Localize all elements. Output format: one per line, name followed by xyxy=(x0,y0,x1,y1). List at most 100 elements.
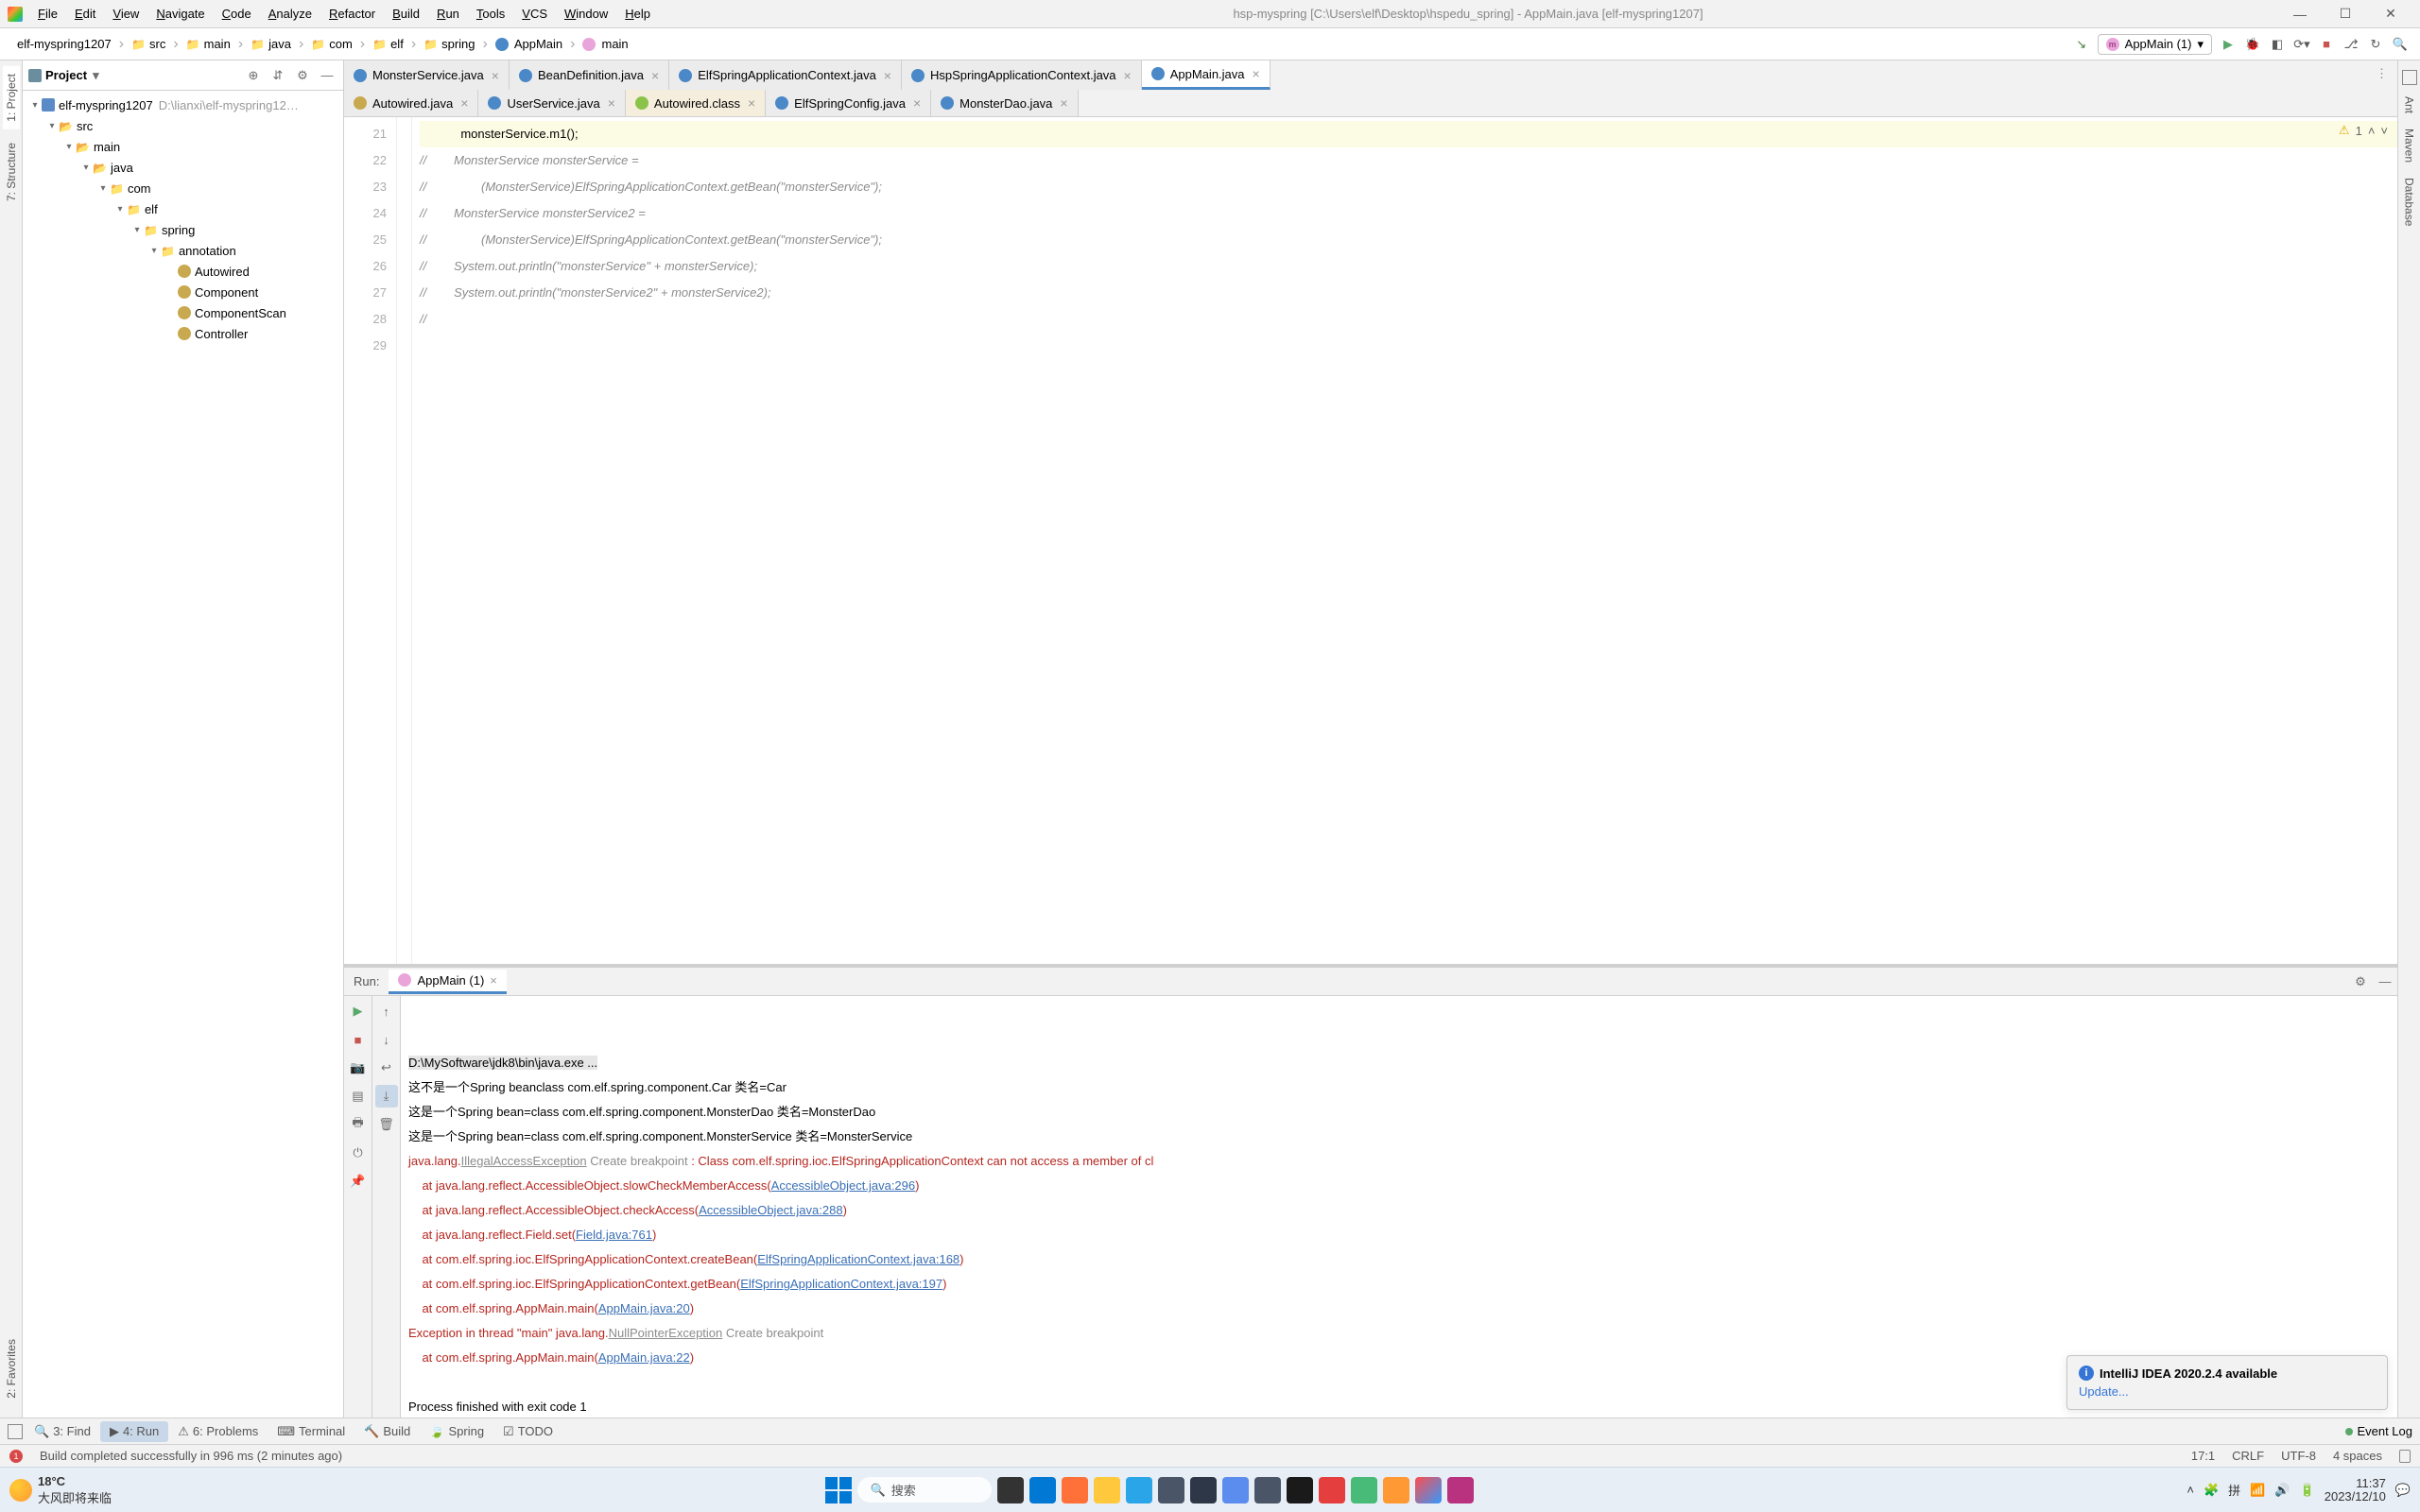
close-icon[interactable]: × xyxy=(748,95,755,111)
tabs-overflow-icon[interactable]: ⋮ xyxy=(2366,60,2397,90)
system-tray[interactable]: ˄ 🧩 拼 📶 🔊 🔋 11:37 2023/12/10 💬 xyxy=(2187,1477,2411,1503)
explorer-icon[interactable] xyxy=(1094,1477,1120,1503)
rail-tab-maven[interactable]: Maven xyxy=(2401,121,2418,170)
close-icon[interactable]: × xyxy=(913,95,921,111)
expand-all-icon[interactable]: ⇵ xyxy=(268,65,288,86)
bottom-tab[interactable]: ☑ TODO xyxy=(493,1421,562,1442)
editor-tab[interactable]: BeanDefinition.java× xyxy=(510,60,669,90)
run-button[interactable]: ▶ xyxy=(2216,32,2240,57)
wechat-icon[interactable] xyxy=(1351,1477,1377,1503)
breadcrumb-item[interactable]: elf-myspring1207 xyxy=(8,35,117,53)
tree-node[interactable]: ▾annotation xyxy=(23,240,343,261)
m-icon[interactable] xyxy=(2402,70,2417,85)
breadcrumb-item[interactable]: main xyxy=(181,35,236,53)
run-tab[interactable]: AppMain (1) × xyxy=(389,970,506,994)
tree-node[interactable]: ▾java xyxy=(23,157,343,178)
tree-node[interactable]: ▾main xyxy=(23,136,343,157)
code-line[interactable]: // System.out.println("monsterService2" … xyxy=(420,280,2397,306)
tree-node[interactable]: ▾elf-myspring1207D:\lianxi\elf-myspring1… xyxy=(23,94,343,115)
event-log-button[interactable]: Event Log xyxy=(2345,1424,2412,1438)
layout-icon[interactable]: ▤ xyxy=(347,1085,370,1108)
project-tree[interactable]: ▾elf-myspring1207D:\lianxi\elf-myspring1… xyxy=(23,91,343,1418)
rail-tab-project[interactable]: 1: Project xyxy=(3,66,20,129)
bottom-tab[interactable]: 🍃 Spring xyxy=(420,1421,493,1442)
menu-navigate[interactable]: Navigate xyxy=(148,3,212,25)
editor-tab[interactable]: ElfSpringApplicationContext.java× xyxy=(669,60,902,90)
chevron-down-icon[interactable]: ˅ xyxy=(2380,124,2388,138)
close-icon[interactable]: × xyxy=(884,68,891,83)
stop-button[interactable]: ■ xyxy=(2314,32,2339,57)
pin-icon[interactable]: 📌 xyxy=(347,1170,370,1193)
inspection-widget[interactable]: ⚠ 1 ˄ ˅ xyxy=(2339,123,2388,138)
menu-code[interactable]: Code xyxy=(215,3,259,25)
task-view-icon[interactable] xyxy=(997,1477,1024,1503)
volume-icon[interactable]: 🔊 xyxy=(2274,1483,2290,1498)
bottom-tab[interactable]: ⌨ Terminal xyxy=(268,1421,354,1442)
git-button[interactable]: ⎇ xyxy=(2339,32,2363,57)
taskbar-search[interactable]: 🔍 搜索 xyxy=(857,1477,992,1503)
rail-tab-structure[interactable]: 7: Structure xyxy=(3,135,20,209)
exception-link[interactable]: IllegalAccessException xyxy=(461,1154,587,1168)
editor-body[interactable]: 212223242526272829 monsterService.m1();/… xyxy=(344,117,2397,964)
ime-icon[interactable]: 拼 xyxy=(2228,1481,2240,1499)
close-icon[interactable]: × xyxy=(1253,66,1260,81)
breadcrumb-item[interactable]: AppMain xyxy=(490,35,568,53)
scroll-to-end-icon[interactable]: ⤓ xyxy=(375,1085,398,1108)
menu-build[interactable]: Build xyxy=(385,3,427,25)
rail-tab-database[interactable]: Database xyxy=(2401,170,2418,233)
stacktrace-link[interactable]: Field.java:761 xyxy=(576,1228,652,1242)
project-header-label[interactable]: Project ▾ xyxy=(28,68,99,83)
weather-widget[interactable]: 18°C 大风即将来临 xyxy=(9,1474,112,1506)
up-stack-icon[interactable]: ↑ xyxy=(375,1000,398,1022)
breadcrumb-item[interactable]: spring xyxy=(418,35,480,53)
firefox-icon[interactable] xyxy=(1062,1477,1088,1503)
editor-tab[interactable]: UserService.java× xyxy=(478,90,625,116)
clock[interactable]: 11:37 2023/12/10 xyxy=(2325,1477,2386,1503)
editor-tab[interactable]: HspSpringApplicationContext.java× xyxy=(902,60,1142,90)
minimize-button[interactable]: — xyxy=(2278,1,2322,27)
coverage-button[interactable]: ◧ xyxy=(2265,32,2290,57)
stacktrace-link[interactable]: ElfSpringApplicationContext.java:197 xyxy=(740,1277,942,1291)
tree-node[interactable]: Controller xyxy=(23,323,343,344)
line-separator[interactable]: CRLF xyxy=(2232,1449,2264,1463)
stop-button[interactable]: ■ xyxy=(347,1028,370,1051)
stacktrace-link[interactable]: AppMain.java:20 xyxy=(598,1301,690,1315)
app-icon-1[interactable] xyxy=(1190,1477,1217,1503)
file-encoding[interactable]: UTF-8 xyxy=(2281,1449,2316,1463)
store-icon[interactable] xyxy=(1158,1477,1184,1503)
tree-node[interactable]: ▾spring xyxy=(23,219,343,240)
tree-node[interactable]: ▾com xyxy=(23,178,343,198)
start-button[interactable] xyxy=(825,1477,852,1503)
code-line[interactable]: // (MonsterService)ElfSpringApplicationC… xyxy=(420,174,2397,200)
breadcrumb-item[interactable]: src xyxy=(126,35,171,53)
search-everywhere-icon[interactable]: 🔍 xyxy=(2388,32,2412,57)
menu-run[interactable]: Run xyxy=(429,3,467,25)
maximize-button[interactable]: ☐ xyxy=(2324,1,2367,27)
exit-icon[interactable]: ⏻ xyxy=(347,1142,370,1164)
tree-node[interactable]: ▾elf xyxy=(23,198,343,219)
menu-refactor[interactable]: Refactor xyxy=(321,3,383,25)
media-icon[interactable] xyxy=(1287,1477,1313,1503)
run-config-dropdown[interactable]: m AppMain (1) ▾ xyxy=(2098,34,2212,55)
app-icon-6[interactable] xyxy=(1447,1477,1474,1503)
breadcrumb-item[interactable]: java xyxy=(245,35,297,53)
update-link[interactable]: Update... xyxy=(2079,1384,2129,1399)
close-icon[interactable]: × xyxy=(460,95,468,111)
close-icon[interactable]: × xyxy=(490,973,497,988)
code-line[interactable]: // MonsterService monsterService2 = xyxy=(420,200,2397,227)
app-icon-4[interactable] xyxy=(1319,1477,1345,1503)
editor-tab[interactable]: MonsterDao.java× xyxy=(931,90,1078,116)
menu-analyze[interactable]: Analyze xyxy=(261,3,320,25)
chevron-up-icon[interactable]: ˄ xyxy=(2187,1483,2194,1497)
clear-all-icon[interactable]: 🗑 xyxy=(375,1113,398,1136)
edge-icon[interactable] xyxy=(1029,1477,1056,1503)
menu-tools[interactable]: Tools xyxy=(469,3,512,25)
app-icon-5[interactable] xyxy=(1383,1477,1409,1503)
tree-node[interactable]: Autowired xyxy=(23,261,343,282)
breadcrumb-item[interactable]: com xyxy=(305,35,358,53)
bottom-tab[interactable]: ▶ 4: Run xyxy=(100,1421,168,1442)
close-icon[interactable]: × xyxy=(651,68,659,83)
tree-node[interactable]: ▾src xyxy=(23,115,343,136)
rerun-button[interactable]: ▶ xyxy=(347,1000,370,1022)
menu-file[interactable]: File xyxy=(30,3,65,25)
